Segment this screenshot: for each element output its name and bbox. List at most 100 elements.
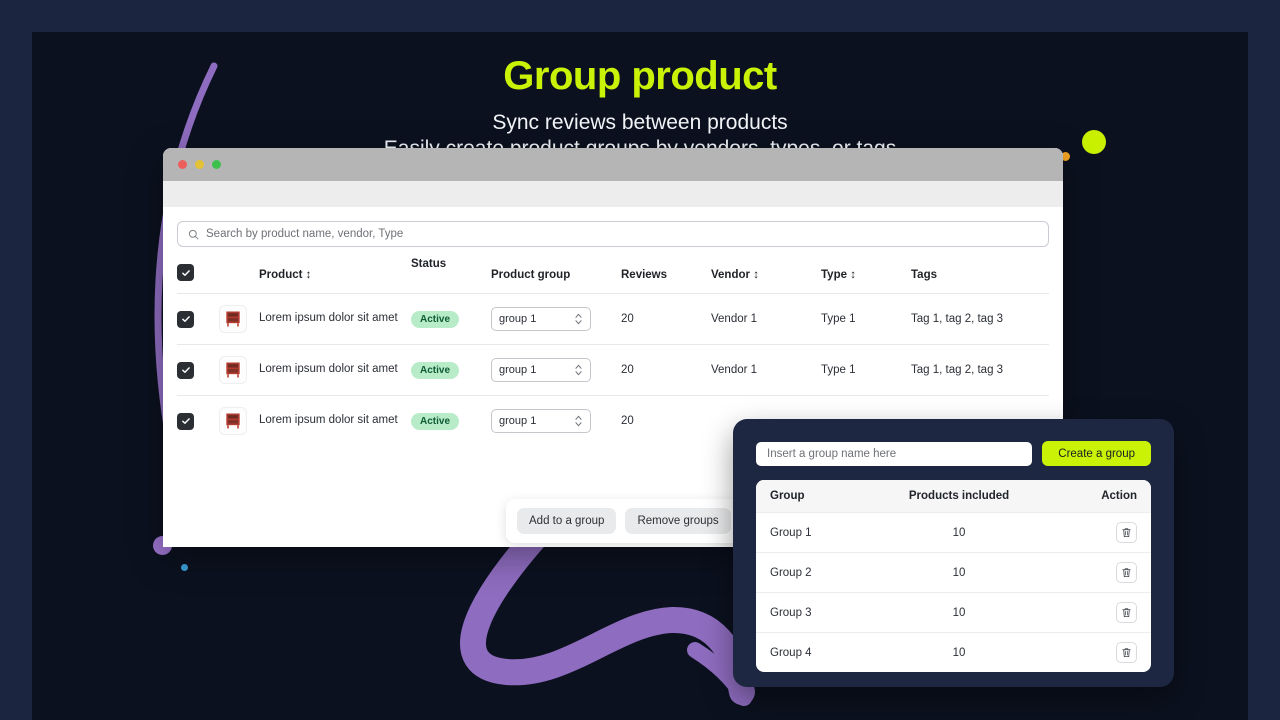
select-all-checkbox[interactable] [177, 264, 194, 281]
row-status-cell: Active [411, 395, 491, 446]
product-group-select-value: group 1 [499, 364, 537, 376]
table-row[interactable]: Group 1 10 [756, 512, 1151, 553]
row-checkbox[interactable] [177, 412, 194, 430]
chevron-updown-icon [575, 415, 582, 427]
group-products-included: 10 [862, 592, 1056, 633]
bulk-action-bar: Add to a group Remove groups [506, 499, 742, 543]
row-reviews: 20 [621, 293, 711, 345]
table-row[interactable]: Group 3 10 [756, 592, 1151, 633]
bookshelf-icon [226, 413, 240, 429]
group-action-cell [1055, 552, 1151, 593]
column-header-reviews: Reviews [621, 258, 711, 294]
group-name: Group 3 [756, 592, 863, 633]
window-toolbar-strip [163, 181, 1063, 207]
sort-icon: ↕ [305, 269, 312, 281]
product-group-select-value: group 1 [499, 313, 537, 325]
row-thumbnail-cell [219, 344, 259, 396]
row-product-name: Lorem ipsum dolor sit amet [259, 293, 411, 345]
table-row[interactable]: Lorem ipsum dolor sit amet Active group … [177, 344, 1049, 396]
create-group-button[interactable]: Create a group [1042, 441, 1151, 466]
group-name-placeholder-text: Insert a group name here [767, 447, 897, 460]
group-action-cell [1055, 512, 1151, 553]
hero-section: Group product Sync reviews between produ… [32, 52, 1248, 161]
column-header-tags-label: Tags [911, 269, 937, 281]
check-icon [181, 418, 190, 424]
groups-column-header-group: Group [756, 480, 863, 513]
check-icon [181, 269, 190, 276]
column-header-type[interactable]: Type ↕ [821, 258, 911, 294]
check-icon [181, 316, 190, 322]
close-window-button[interactable] [178, 160, 187, 169]
column-header-type-label: Type [821, 269, 847, 281]
row-thumbnail-cell [219, 293, 259, 345]
group-products-included: 10 [862, 632, 1056, 672]
groups-table-header-row: Group Products included Action [756, 480, 1151, 513]
chevron-updown-icon [575, 364, 582, 376]
sort-icon: ↕ [850, 269, 856, 281]
row-group-cell: group 1 [491, 293, 621, 345]
group-manager-modal: Insert a group name here Create a group … [733, 419, 1174, 687]
table-row[interactable]: Group 2 10 [756, 552, 1151, 593]
delete-group-button[interactable] [1116, 602, 1137, 623]
row-reviews: 20 [621, 395, 711, 446]
row-type: Type 1 [821, 344, 911, 396]
trash-icon [1122, 608, 1131, 618]
group-name: Group 2 [756, 552, 863, 593]
group-name: Group 1 [756, 512, 863, 553]
delete-group-button[interactable] [1116, 642, 1137, 663]
select-all-header [177, 258, 219, 294]
row-status-cell: Active [411, 293, 491, 345]
trash-icon [1122, 568, 1131, 578]
groups-column-header-action: Action [1055, 480, 1151, 513]
bookshelf-icon [226, 311, 240, 327]
product-group-select[interactable]: group 1 [491, 409, 591, 433]
status-badge: Active [411, 361, 460, 379]
products-table: Product ↕ Status Product group Reviews V… [177, 258, 1049, 446]
product-group-select[interactable]: group 1 [491, 307, 591, 331]
column-header-product-group-label: Product group [491, 269, 571, 281]
window-content: Search by product name, vendor, Type Pro… [163, 207, 1063, 446]
create-group-row: Insert a group name here Create a group [756, 441, 1151, 466]
trash-icon [1122, 528, 1131, 538]
groups-column-header-products-included: Products included [862, 480, 1056, 513]
group-action-cell [1055, 632, 1151, 672]
row-checkbox[interactable] [177, 310, 194, 328]
group-name-input[interactable]: Insert a group name here [756, 441, 1033, 466]
maximize-window-button[interactable] [212, 160, 221, 169]
table-row[interactable]: Lorem ipsum dolor sit amet Active group … [177, 293, 1049, 345]
remove-groups-button[interactable]: Remove groups [625, 508, 731, 534]
group-name: Group 4 [756, 632, 863, 672]
row-checkbox[interactable] [177, 361, 194, 379]
bookshelf-thumbnail-icon [219, 407, 247, 435]
group-products-included: 10 [862, 552, 1056, 593]
bookshelf-thumbnail-icon [219, 356, 247, 384]
window-titlebar [163, 148, 1063, 181]
status-badge: Active [411, 412, 460, 430]
row-product-name: Lorem ipsum dolor sit amet [259, 344, 411, 396]
search-input[interactable]: Search by product name, vendor, Type [177, 221, 1049, 247]
product-group-select[interactable]: group 1 [491, 358, 591, 382]
bookshelf-thumbnail-icon [219, 305, 247, 333]
status-badge: Active [411, 310, 460, 328]
column-header-product-group: Product group [491, 258, 621, 294]
trash-icon [1122, 648, 1131, 658]
cyan-dot-decoration [181, 564, 188, 571]
products-table-header-row: Product ↕ Status Product group Reviews V… [177, 258, 1049, 294]
delete-group-button[interactable] [1116, 522, 1137, 543]
column-header-vendor-label: Vendor [711, 269, 750, 281]
column-header-product[interactable]: Product ↕ [259, 258, 411, 294]
minimize-window-button[interactable] [195, 160, 204, 169]
column-header-status: Status [411, 258, 491, 294]
thumbnail-header [219, 258, 259, 294]
groups-table: Group Products included Action Group 1 1… [756, 480, 1151, 672]
delete-group-button[interactable] [1116, 562, 1137, 583]
row-group-cell: group 1 [491, 344, 621, 396]
product-group-select-value: group 1 [499, 415, 537, 427]
add-to-group-button[interactable]: Add to a group [517, 508, 617, 534]
table-row[interactable]: Group 4 10 [756, 632, 1151, 672]
row-product-name: Lorem ipsum dolor sit amet [259, 395, 411, 446]
group-action-cell [1055, 592, 1151, 633]
row-vendor: Vendor 1 [711, 344, 821, 396]
row-tags: Tag 1, tag 2, tag 3 [911, 344, 1049, 396]
column-header-vendor[interactable]: Vendor ↕ [711, 258, 821, 294]
